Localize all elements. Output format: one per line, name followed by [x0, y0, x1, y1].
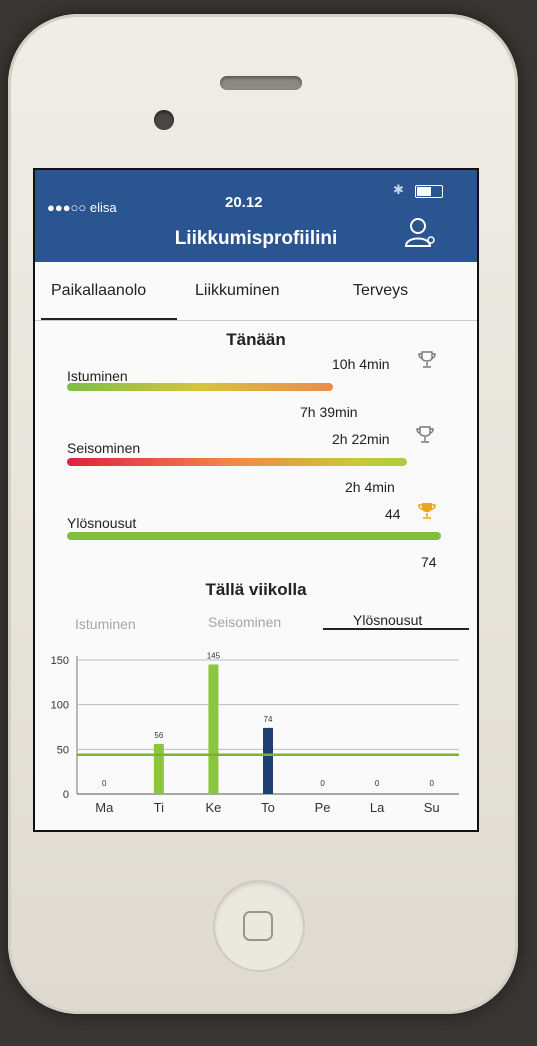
active-tab-indicator: [41, 318, 177, 320]
subtab-ylosnousut[interactable]: Ylösnousut: [353, 612, 422, 628]
x-tick-label: Ma: [95, 800, 114, 815]
trophy-outline-icon: [416, 426, 434, 443]
bar-Ti: [153, 743, 164, 794]
data-label: 0: [375, 779, 380, 788]
app-screen: ●●●○○ elisa 20.12 ✱ Liikkumisprofiilini …: [33, 168, 479, 832]
progress-bar-seisominen: [67, 458, 407, 466]
metric-label-seisominen: Seisominen: [67, 440, 141, 456]
tab-terveys[interactable]: Terveys: [353, 282, 408, 300]
status-time: 20.12: [225, 194, 263, 211]
home-square-icon: [243, 911, 273, 941]
subtab-seisominen[interactable]: Seisominen: [208, 614, 281, 630]
weekly-bar-chart: 0 50 100 150 0 Ma 56 Ti 145 Ke 74 To 0 Pe 0 La 0 Su: [51, 651, 459, 815]
x-tick-label: Su: [424, 800, 440, 815]
x-tick-label: La: [370, 800, 385, 815]
progress-bar-istuminen: [67, 383, 333, 391]
speaker-grille: [220, 76, 302, 90]
metric-target-ylosnousut: 74: [421, 554, 437, 570]
metric-label-ylosnousut: Ylösnousut: [67, 515, 137, 531]
today-title: Tänään: [226, 330, 286, 349]
data-label: 0: [429, 779, 434, 788]
metric-label-istuminen: Istuminen: [67, 368, 128, 384]
metric-target-istuminen: 7h 39min: [300, 404, 358, 420]
x-tick-label: Pe: [315, 800, 331, 815]
data-label: 145: [207, 651, 221, 660]
carrier-label: ●●●○○ elisa: [47, 200, 117, 215]
x-tick-label: To: [261, 800, 275, 815]
metric-value-istuminen: 10h 4min: [332, 356, 390, 372]
y-tick-label: 50: [57, 744, 69, 756]
data-label: 74: [264, 715, 273, 724]
data-label: 0: [102, 779, 107, 788]
metric-value-seisominen: 2h 22min: [332, 431, 390, 447]
bar-Ke: [208, 664, 219, 794]
bar-To: [263, 727, 273, 794]
bluetooth-icon: ✱: [393, 182, 404, 197]
x-tick-label: Ke: [205, 800, 221, 815]
y-tick-label: 150: [51, 655, 69, 667]
battery-icon: [415, 185, 443, 198]
progress-bar-ylosnousut: [67, 532, 441, 540]
data-label: 56: [154, 731, 163, 740]
active-subtab-indicator: [323, 628, 469, 630]
home-button[interactable]: [213, 880, 305, 972]
subtab-istuminen[interactable]: Istuminen: [75, 616, 136, 632]
profile-icon[interactable]: [403, 215, 437, 249]
y-tick-label: 100: [51, 700, 69, 712]
metric-value-ylosnousut: 44: [385, 506, 401, 522]
data-label: 0: [320, 779, 325, 788]
front-camera: [154, 110, 174, 130]
trophy-gold-icon: [418, 503, 436, 519]
tab-paikallaanolo[interactable]: Paikallaanolo: [51, 282, 146, 300]
metric-target-seisominen: 2h 4min: [345, 479, 395, 495]
tab-bar: Paikallaanolo Liikkuminen Terveys: [35, 262, 477, 321]
x-tick-label: Ti: [154, 800, 164, 815]
y-tick-label: 0: [63, 789, 69, 801]
week-title: Tällä viikolla: [205, 580, 307, 599]
header-bar: ●●●○○ elisa 20.12 ✱ Liikkumisprofiilini: [35, 170, 477, 262]
tab-liikkuminen[interactable]: Liikkuminen: [195, 282, 279, 300]
trophy-outline-icon: [418, 351, 436, 368]
